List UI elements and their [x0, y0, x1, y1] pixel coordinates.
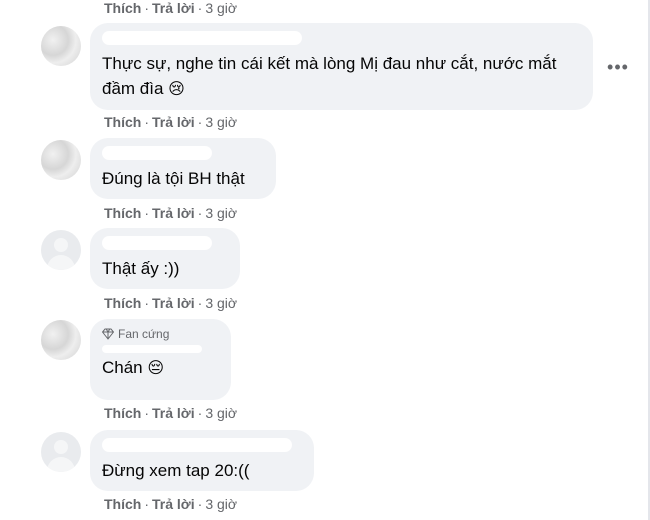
separator: ·: [144, 205, 150, 221]
comment-time[interactable]: 3 giờ: [205, 114, 237, 130]
separator: ·: [144, 496, 150, 512]
comment-actions-top: Thích · Trả lời · 3 giờ: [104, 0, 237, 16]
comment-actions: Thích · Trả lời · 3 giờ: [104, 114, 237, 130]
like-link[interactable]: Thích: [104, 496, 141, 512]
pensive-emoji-icon: 😔: [147, 358, 165, 377]
comment-text: Thật ấy :)): [102, 259, 180, 278]
reply-link[interactable]: Trả lời: [152, 496, 195, 512]
reply-link[interactable]: Trả lời: [152, 0, 195, 16]
badge-label: Fan cứng: [118, 327, 170, 341]
separator: ·: [197, 205, 203, 221]
reply-link[interactable]: Trả lời: [152, 405, 195, 421]
comment-time[interactable]: 3 giờ: [205, 205, 237, 221]
comment-bubble: Thực sự, nghe tin cái kết mà lòng Mị đau…: [90, 23, 593, 110]
like-link[interactable]: Thích: [104, 405, 141, 421]
comment-actions: Thích · Trả lời · 3 giờ: [104, 405, 237, 421]
comment-text: Chán: [102, 358, 143, 377]
author-name-redacted[interactable]: [102, 345, 202, 353]
avatar[interactable]: [41, 26, 81, 66]
avatar[interactable]: [41, 432, 81, 472]
comment-bubble: Đừng xem tap 20:((: [90, 430, 314, 491]
comment-text: Đúng là tội BH thật: [102, 169, 245, 188]
avatar[interactable]: [41, 140, 81, 180]
separator: ·: [144, 0, 150, 16]
like-link[interactable]: Thích: [104, 114, 141, 130]
comment-time[interactable]: 3 giờ: [205, 295, 237, 311]
comment-bubble: Thật ấy :)): [90, 228, 240, 289]
separator: ·: [144, 295, 150, 311]
separator: ·: [197, 114, 203, 130]
comment-time[interactable]: 3 giờ: [205, 405, 237, 421]
comment-text-block: Chán 😔: [102, 355, 219, 380]
comment-text: Đừng xem tap 20:((: [102, 461, 250, 480]
comment-time[interactable]: 3 giờ: [205, 496, 237, 512]
comment-time[interactable]: 3 giờ: [205, 0, 237, 16]
author-name-redacted[interactable]: [102, 438, 292, 452]
reply-link[interactable]: Trả lời: [152, 205, 195, 221]
comment-bubble: Đúng là tội BH thật: [90, 138, 276, 199]
author-name-redacted[interactable]: [102, 31, 302, 45]
avatar[interactable]: [41, 230, 81, 270]
like-link[interactable]: Thích: [104, 0, 141, 16]
separator: ·: [197, 295, 203, 311]
fan-badge[interactable]: Fan cứng: [102, 327, 219, 341]
diamond-icon: [102, 328, 114, 340]
separator: ·: [144, 114, 150, 130]
comment-text-block: Thực sự, nghe tin cái kết mà lòng Mị đau…: [102, 51, 581, 101]
comment-actions: Thích · Trả lời · 3 giờ: [104, 496, 237, 512]
comment-actions: Thích · Trả lời · 3 giờ: [104, 205, 237, 221]
avatar[interactable]: [41, 320, 81, 360]
separator: ·: [197, 405, 203, 421]
separator: ·: [197, 0, 203, 16]
like-link[interactable]: Thích: [104, 295, 141, 311]
like-link[interactable]: Thích: [104, 205, 141, 221]
author-name-redacted[interactable]: [102, 146, 212, 160]
reply-link[interactable]: Trả lời: [152, 114, 195, 130]
reply-link[interactable]: Trả lời: [152, 295, 195, 311]
comment-bubble: Fan cứng Chán 😔: [90, 319, 231, 400]
more-options-icon[interactable]: •••: [606, 55, 630, 79]
comment-actions: Thích · Trả lời · 3 giờ: [104, 295, 237, 311]
author-name-redacted[interactable]: [102, 236, 212, 250]
separator: ·: [144, 405, 150, 421]
separator: ·: [197, 496, 203, 512]
crying-emoji-icon: 😢: [168, 79, 185, 98]
